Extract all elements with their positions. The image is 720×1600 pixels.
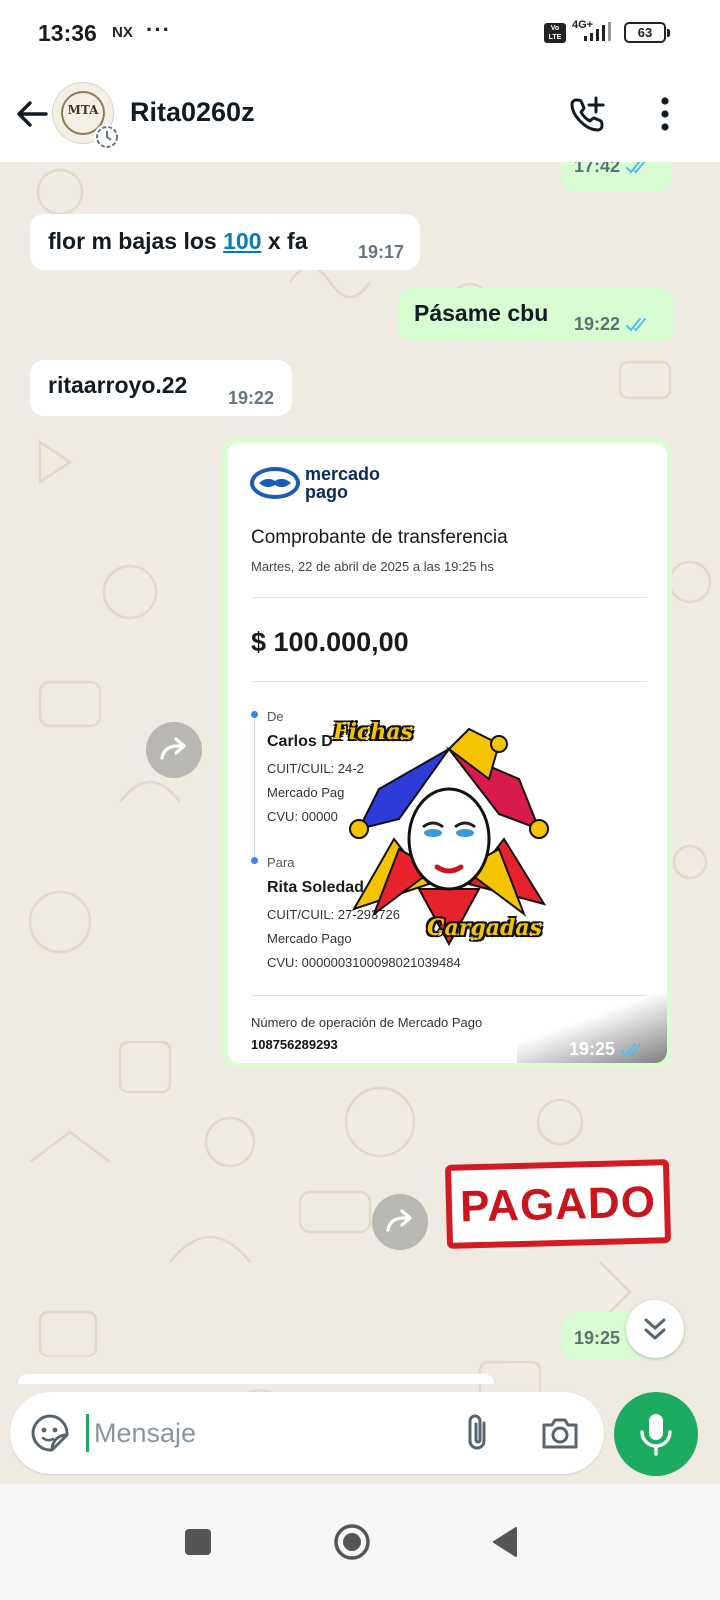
battery-icon: 63 [624,22,670,43]
from-cvu: CVU: 00000 [267,809,338,824]
add-call-button[interactable] [566,92,610,136]
scroll-to-bottom-button[interactable] [626,1300,684,1358]
signal-icon [584,22,611,41]
divider [251,681,647,682]
timeline-line [254,719,255,861]
microphone-icon [640,1414,672,1456]
image-message[interactable]: mercado pago Comprobante de transferenci… [222,438,672,1068]
receipt-amount: $ 100.000,00 [251,627,409,657]
message-time: 19:22 [228,388,275,408]
timeline-dot [251,711,258,718]
text-cursor [86,1414,89,1452]
message-bubble-in[interactable]: ritaarroyo.22 19:22 [30,360,292,416]
chat-area[interactable]: 17:42 flor m bajas los 100 x fa 19:17 Pá… [0,162,720,1484]
square-icon [185,1529,211,1555]
message-field-container[interactable] [10,1392,604,1474]
from-label: De [267,709,284,724]
volte-icon: Vo LTE [544,23,566,43]
from-bank: Mercado Pag [267,785,345,800]
message-text: ritaarroyo.22 [48,372,188,398]
operation-label: Número de operación de Mercado Pago [251,1015,483,1030]
message-bubble-out[interactable]: Pásame cbu 19:22 [398,288,674,342]
add-call-icon [570,96,605,132]
avatar-logo-text: MTA [67,103,99,117]
message-link[interactable]: 100 [223,228,261,254]
triangle-back-icon [493,1527,517,1557]
message-input[interactable] [94,1408,434,1458]
message-time: 17:42 [574,162,652,177]
operation-number: 108756289293 [251,1037,338,1052]
message-bubble-in[interactable]: flor m bajas los 100 x fa 19:17 [30,214,420,270]
pagado-text: PAGADO [459,1177,657,1232]
camera-button[interactable] [538,1411,582,1455]
forward-icon [386,1209,412,1232]
receipt-title: Comprobante de transferencia [251,527,508,548]
jester-sticker: Fichas Cargadas [333,719,559,949]
message-time: 19:25 [569,1039,647,1060]
attach-button[interactable] [456,1411,500,1455]
receipt-date: Martes, 22 de abril de 2025 a las 19:25 … [251,559,494,574]
message-time: 19:17 [358,242,405,262]
home-button[interactable] [324,1514,380,1570]
message-text: Pásame cbu [414,300,549,326]
carrier-label: NX [112,24,133,41]
transfer-receipt-image[interactable]: mercado pago Comprobante de transferenci… [227,443,667,1063]
forward-button[interactable] [372,1194,428,1250]
back-button[interactable] [10,92,54,136]
status-bar: 13:36 NX ··· Vo LTE 4G+ 63 [0,0,720,66]
read-ticks-icon [621,1043,641,1057]
message-time: 19:22 [574,314,652,335]
emoji-sticker-button[interactable] [28,1411,72,1455]
message-time: 19:25 [574,1328,621,1348]
sticker-icon [31,1414,69,1452]
overflow-dots-icon: ··· [146,17,171,42]
more-options-button[interactable] [648,92,682,136]
voice-record-button[interactable] [614,1392,698,1476]
paperclip-icon [468,1414,486,1450]
forward-button[interactable] [146,722,202,778]
read-ticks-icon [626,162,646,174]
circle-home-icon [334,1524,370,1560]
back-arrow-icon [17,101,48,127]
forward-icon [160,737,186,760]
from-name: Carlos D [267,733,333,750]
system-nav-bar [0,1484,720,1600]
sticker-text-top: Fichas [333,719,414,745]
mercado-pago-brand: mercado pago [305,464,381,502]
pagado-sticker[interactable]: PAGADO [444,1159,672,1249]
contact-name[interactable]: Rita0260z [130,97,255,128]
composer-bar [0,1378,720,1484]
message-bubble-out[interactable]: 17:42 [562,162,672,192]
mercado-pago-logo [250,467,300,499]
timeline-dot [251,857,258,864]
sticker-text-bottom: Cargadas [427,915,543,941]
to-cvu: CVU: 0000003100098021039484 [267,955,461,970]
to-label: Para [267,855,295,870]
double-chevron-down-icon [644,1318,666,1340]
divider [251,597,647,598]
chat-header: MTA Rita0260z [0,66,720,162]
recents-button[interactable] [170,1514,226,1570]
message-text: flor m bajas los 100 x fa [48,228,308,254]
back-nav-button[interactable] [478,1514,534,1570]
read-ticks-icon [626,318,647,332]
status-time: 13:36 [38,20,97,46]
disappearing-timer-icon [94,124,120,150]
more-vert-icon [661,97,669,131]
camera-icon [542,1418,578,1449]
